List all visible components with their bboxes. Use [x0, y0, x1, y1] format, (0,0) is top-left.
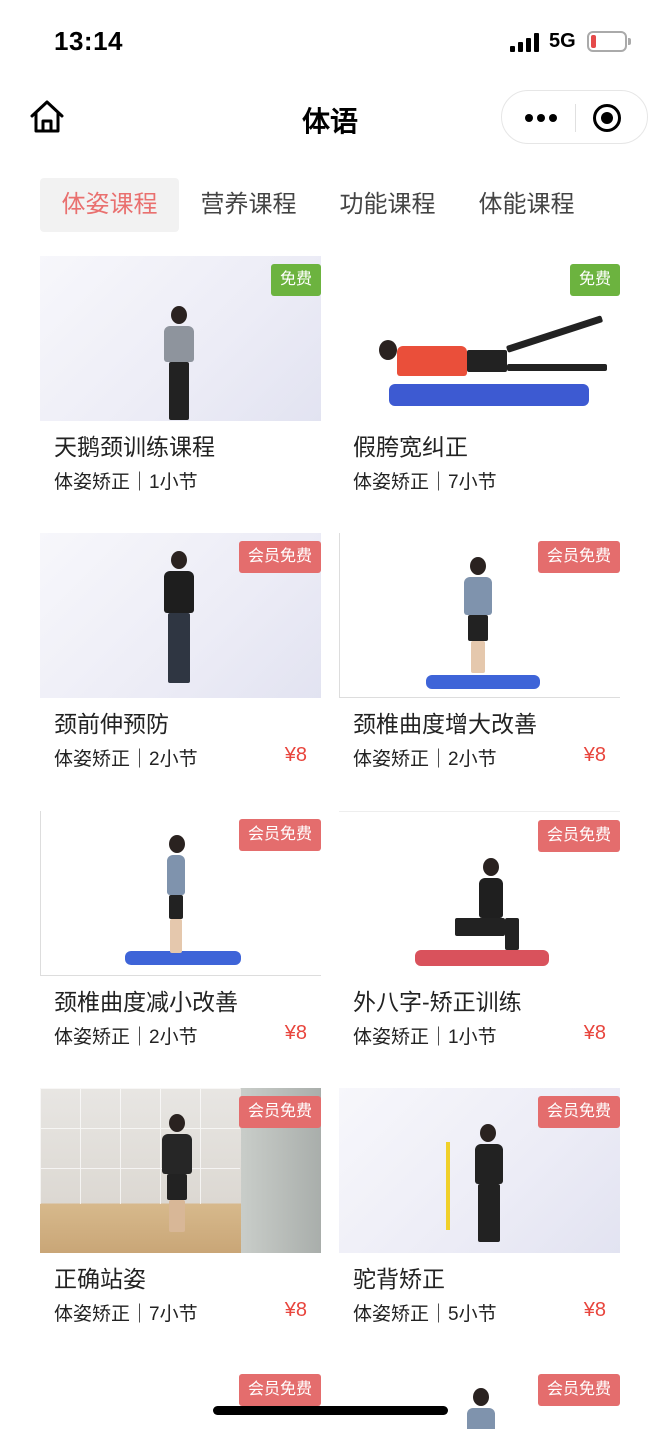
- tab-nutrition[interactable]: 营养课程: [179, 178, 318, 232]
- course-thumbnail: 免费: [339, 256, 620, 421]
- course-title: 颈前伸预防: [54, 711, 169, 737]
- course-card[interactable]: 会员免费: [40, 1366, 321, 1429]
- course-card[interactable]: 免费 假胯宽纠正 体姿矫正｜7小节: [339, 256, 620, 512]
- capsule-divider: [575, 104, 576, 132]
- course-thumbnail: 会员免费: [40, 811, 321, 976]
- course-meta: 体姿矫正｜1小节: [353, 1027, 497, 1048]
- course-thumbnail: 会员免费: [40, 1366, 321, 1429]
- member-free-badge: 会员免费: [537, 1096, 620, 1128]
- course-price: ¥8: [583, 1022, 606, 1044]
- member-free-badge: 会员免费: [238, 541, 321, 573]
- course-meta: 体姿矫正｜5小节: [353, 1304, 497, 1325]
- home-icon[interactable]: [28, 98, 66, 136]
- course-title: 驼背矫正: [353, 1266, 445, 1292]
- member-free-badge: 会员免费: [238, 1096, 321, 1128]
- more-dots-icon[interactable]: [512, 91, 570, 145]
- course-card[interactable]: 会员免费 驼背矫正 体姿矫正｜5小节 ¥8: [339, 1088, 620, 1344]
- course-thumbnail: 会员免费: [339, 1088, 620, 1253]
- course-title: 天鹅颈训练课程: [54, 434, 215, 460]
- course-title: 假胯宽纠正: [353, 434, 468, 460]
- mini-program-capsule: [501, 90, 648, 144]
- course-meta: 体姿矫正｜2小节: [54, 1027, 198, 1048]
- course-price: ¥8: [284, 1299, 307, 1321]
- course-title: 正确站姿: [54, 1266, 146, 1292]
- battery-icon: [587, 31, 631, 52]
- course-card[interactable]: 会员免费 正确站姿 体姿矫正｜7小节 ¥8: [40, 1088, 321, 1344]
- course-meta: 体姿矫正｜2小节: [54, 749, 198, 770]
- course-card[interactable]: 会员免费 颈椎曲度增大改善 体姿矫正｜2小节 ¥8: [339, 533, 620, 789]
- course-thumbnail: 会员免费: [339, 811, 620, 976]
- tab-function[interactable]: 功能课程: [318, 178, 457, 232]
- course-card[interactable]: 会员免费: [339, 1366, 620, 1429]
- course-price: ¥8: [583, 1299, 606, 1321]
- target-circle-icon[interactable]: [590, 101, 624, 135]
- member-free-badge: 会员免费: [537, 820, 620, 852]
- nav-bar: 体语: [0, 84, 660, 154]
- course-meta: 体姿矫正｜7小节: [353, 472, 497, 493]
- free-badge: 免费: [270, 264, 321, 296]
- signal-strength-icon: [510, 32, 542, 52]
- member-free-badge: 会员免费: [537, 541, 620, 573]
- course-meta: 体姿矫正｜1小节: [54, 472, 198, 493]
- member-free-badge: 会员免费: [537, 1374, 620, 1406]
- course-title: 颈椎曲度减小改善: [54, 989, 238, 1015]
- member-free-badge: 会员免费: [238, 1374, 321, 1406]
- course-meta: 体姿矫正｜7小节: [54, 1304, 198, 1325]
- course-thumbnail: 会员免费: [40, 533, 321, 698]
- course-thumbnail: 会员免费: [339, 1366, 620, 1429]
- status-bar: 13:14 5G: [0, 0, 660, 84]
- course-card[interactable]: 会员免费 外八字-矫正训练 体姿矫正｜1小节 ¥8: [339, 811, 620, 1067]
- course-price: ¥8: [284, 1022, 307, 1044]
- home-indicator[interactable]: [213, 1406, 448, 1415]
- course-price: ¥8: [583, 744, 606, 766]
- member-free-badge: 会员免费: [238, 819, 321, 851]
- course-meta: 体姿矫正｜2小节: [353, 749, 497, 770]
- course-thumbnail: 会员免费: [339, 533, 620, 698]
- status-time: 13:14: [54, 26, 123, 56]
- course-card[interactable]: 会员免费 颈前伸预防 体姿矫正｜2小节 ¥8: [40, 533, 321, 789]
- course-card[interactable]: 免费 天鹅颈训练课程 体姿矫正｜1小节: [40, 256, 321, 512]
- network-type: 5G: [549, 30, 576, 52]
- free-badge: 免费: [569, 264, 620, 296]
- course-title: 外八字-矫正训练: [353, 989, 522, 1015]
- course-thumbnail: 会员免费: [40, 1088, 321, 1253]
- course-price: ¥8: [284, 744, 307, 766]
- category-tabs: 体姿课程 营养课程 功能课程 体能课程: [40, 178, 596, 232]
- course-card[interactable]: 会员免费 颈椎曲度减小改善 体姿矫正｜2小节 ¥8: [40, 811, 321, 1067]
- course-thumbnail: 免费: [40, 256, 321, 421]
- battery-level: [591, 35, 596, 48]
- course-title: 颈椎曲度增大改善: [353, 711, 537, 737]
- tab-fitness[interactable]: 体能课程: [457, 178, 596, 232]
- tab-posture[interactable]: 体姿课程: [40, 178, 179, 232]
